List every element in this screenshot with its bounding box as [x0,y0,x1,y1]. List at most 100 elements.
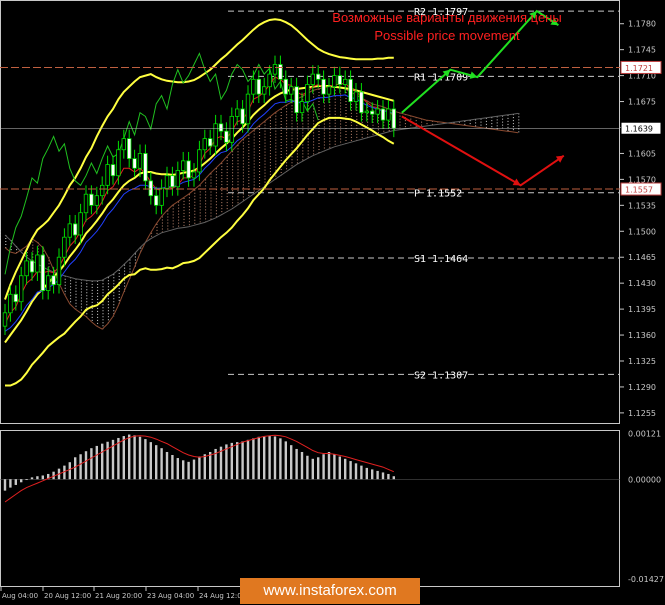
macd-bar [90,448,93,480]
candle-body [78,212,83,236]
macd-bar [68,462,71,480]
candle-body [332,75,337,88]
macd-bar [144,439,147,480]
macd-bar [9,479,12,488]
candle-body [35,254,40,273]
macd-bar [41,475,44,480]
candle-body [127,138,132,160]
candle-body [67,223,72,238]
macd-tick-label: -0.01427 [628,575,664,584]
cloud-span-a-line [4,86,519,330]
ichimoku-cloud [0,86,520,330]
macd-bar [344,458,347,480]
macd-bar [371,469,374,480]
time-tick-label: Aug 04:00 [2,592,38,600]
candle-body [148,180,153,197]
candle-body [272,64,278,75]
macd-bar [165,451,169,480]
candle-body [197,149,202,173]
candle-body [24,260,29,277]
candle-body [342,78,348,85]
price-tick-label: 1.1605 [628,149,656,158]
candle-body [267,73,272,88]
macd-bar [133,435,136,480]
candle-body [116,149,121,177]
macd-tick-label: 0.00121 [628,429,661,438]
macd-bar [333,454,336,480]
macd-bar [79,454,82,480]
macd-bar [122,436,125,480]
candles [2,55,396,336]
candle-body [46,275,51,291]
macd-bar [117,437,120,480]
forecast-down-arrow [401,115,565,187]
macd-bar [268,435,271,480]
macd-bar [101,443,104,480]
candle-body [380,108,386,121]
candle-body [83,193,89,214]
candle-body [73,223,78,236]
candle-body [2,312,8,327]
candle-body [121,138,126,151]
candle-body [8,293,13,314]
candle-body [202,138,207,151]
macd-bar [376,470,379,480]
macd-bar [3,479,7,491]
price-tick-label: 1.1290 [628,383,656,392]
macd-bar [209,451,212,480]
candle-body [229,115,234,143]
price-tick-label: 1.1395 [628,305,656,314]
macd-histogram [3,434,395,491]
macd-bar [95,445,98,480]
price-tick-label: 1.1535 [628,201,656,210]
price-label-text: 1.1639 [625,125,653,134]
candle-body [191,171,197,179]
macd-bar [317,457,320,480]
macd-bar [284,441,287,480]
macd-bar [392,476,395,480]
macd-bar [327,451,331,480]
macd-bar [290,445,293,480]
pivot-level-label: S2 1.1307 [414,370,468,381]
macd-bar [192,459,196,480]
candle-body [245,93,251,125]
candle-body [326,86,332,95]
candle-body [207,138,213,147]
candle-body [294,86,299,114]
macd-bar [322,454,325,480]
macd-bar [273,436,277,480]
candle-body [369,110,375,115]
price-chart: 1.17801.17451.17101.16751.16401.16051.15… [0,0,664,600]
candle-body [159,187,164,206]
macd-bar [241,441,244,480]
candle-body [94,195,99,206]
candle-body [175,170,180,188]
candle-body [56,256,62,286]
forecast-up-arrow-head [469,71,478,79]
candle-body [391,108,396,129]
macd-bar [279,438,282,480]
candle-body [386,108,391,121]
price-pane-frame [0,0,620,424]
macd-bar [20,479,23,483]
candle-body [137,153,143,169]
price-tick-label: 1.1500 [628,227,656,236]
candle-body [310,73,315,85]
macd-bar [295,448,298,480]
macd-bar [263,436,266,480]
candle-body [100,184,105,197]
macd-bar [311,458,314,480]
candle-body [18,275,24,303]
price-label-text: 1.1557 [625,186,653,195]
macd-bar [138,436,142,480]
candle-body [186,160,191,179]
candle-body [132,158,137,169]
candle-body [143,153,148,182]
pivot-level-label: P 1.1552 [414,189,462,200]
macd-tick-label: 0.00000 [628,475,661,484]
candle-body [218,123,224,132]
macd-bar [198,456,201,480]
candle-body [234,108,240,117]
candle-body [288,86,294,95]
price-tick-label: 1.1745 [628,46,656,55]
